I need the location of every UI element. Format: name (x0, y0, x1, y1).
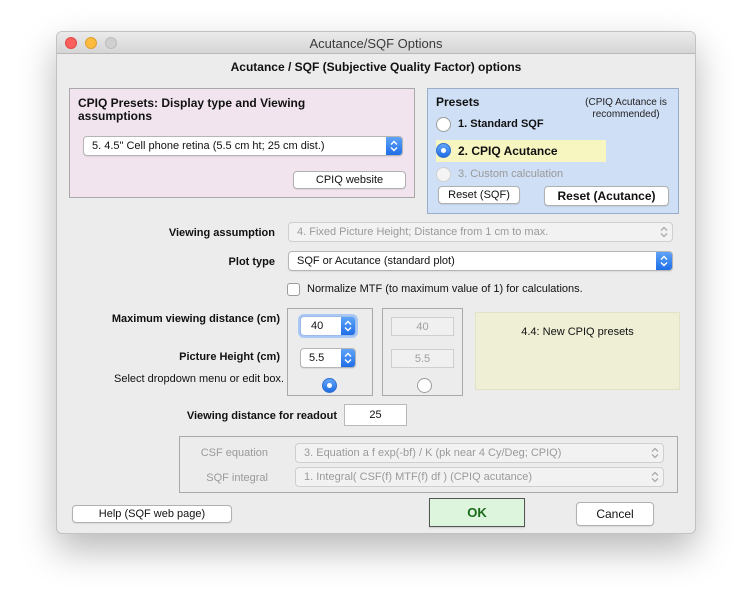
ok-button[interactable]: OK (429, 498, 525, 527)
radio-editbox-entry[interactable] (417, 378, 432, 393)
preset-label-custom: 3. Custom calculation (458, 168, 564, 180)
options-window: Acutance/SQF Options Acutance / SQF (Sub… (56, 31, 696, 534)
picture-height-label: Picture Height (cm) (179, 351, 280, 363)
sqf-integral-dropdown: 1. Integral( CSF(f) MTF(f) df ) (CPIQ ac… (295, 467, 664, 487)
chevron-updown-icon (341, 349, 355, 367)
picture-height-value: 5.5 (309, 352, 325, 364)
readout-distance-input[interactable]: 25 (344, 404, 407, 426)
radio-custom-calculation (436, 167, 451, 182)
max-distance-combo[interactable]: 40 (300, 316, 356, 336)
viewing-assumption-dropdown: 4. Fixed Picture Height; Distance from 1… (288, 222, 673, 242)
window-title: Acutance/SQF Options (309, 36, 443, 51)
presets-panel: Presets (CPIQ Acutance is recommended) 1… (427, 88, 679, 214)
preset-label-cpiq-acutance: 2. CPIQ Acutance (458, 144, 558, 158)
chevron-updown-icon (341, 317, 355, 335)
sqf-integral-label: SQF integral (206, 472, 268, 484)
cpiq-preset-value: 5. 4.5" Cell phone retina (5.5 cm ht; 25… (92, 140, 325, 152)
max-viewing-distance-label: Maximum viewing distance (cm) (111, 313, 280, 325)
editbox-entry-group: 40 5.5 (382, 308, 463, 396)
max-distance-editbox: 40 (391, 317, 454, 336)
normalize-mtf-checkbox[interactable] (287, 283, 300, 296)
csf-equation-value: 3. Equation a f exp(-bf) / K (pk near 4 … (304, 447, 562, 459)
preset-option-standard-sqf[interactable]: 1. Standard SQF (436, 115, 676, 135)
help-button[interactable]: Help (SQF web page) (72, 505, 232, 523)
reset-sqf-button[interactable]: Reset (SQF) (438, 186, 520, 204)
cpiq-preset-dropdown[interactable]: 5. 4.5" Cell phone retina (5.5 cm ht; 25… (83, 136, 403, 156)
title-bar: Acutance/SQF Options (57, 32, 695, 54)
plot-type-value: SQF or Acutance (standard plot) (297, 255, 455, 267)
picture-height-editbox: 5.5 (391, 349, 454, 368)
plot-type-dropdown[interactable]: SQF or Acutance (standard plot) (288, 251, 673, 271)
dropdown-hint: Select dropdown menu or edit box. (114, 373, 284, 385)
dialog-heading: Acutance / SQF (Subjective Quality Facto… (230, 60, 522, 74)
presets-title: Presets (436, 95, 480, 109)
version-note-text: 4.4: New CPIQ presets (521, 326, 634, 338)
csf-equation-dropdown: 3. Equation a f exp(-bf) / K (pk near 4 … (295, 443, 664, 463)
normalize-mtf-label: Normalize MTF (to maximum value of 1) fo… (307, 283, 583, 295)
chevron-updown-icon (660, 226, 668, 241)
chevron-updown-icon (386, 137, 402, 155)
viewing-assumption-label: Viewing assumption (168, 227, 275, 239)
preset-option-cpiq-acutance[interactable]: 2. CPIQ Acutance (436, 140, 606, 162)
reset-acutance-button[interactable]: Reset (Acutance) (544, 186, 669, 206)
cpiq-presets-panel: CPIQ Presets: Display type and Viewing a… (69, 88, 415, 198)
chevron-updown-icon (656, 252, 672, 270)
preset-option-custom: 3. Custom calculation (436, 165, 676, 185)
csf-sqf-group: CSF equation 3. Equation a f exp(-bf) / … (179, 436, 678, 493)
cancel-button[interactable]: Cancel (576, 502, 654, 526)
radio-standard-sqf[interactable] (436, 117, 451, 132)
sqf-integral-value: 1. Integral( CSF(f) MTF(f) df ) (CPIQ ac… (304, 471, 532, 483)
cpiq-presets-title: CPIQ Presets: Display type and Viewing a… (78, 96, 306, 123)
csf-equation-label: CSF equation (200, 447, 268, 459)
plot-type-label: Plot type (228, 256, 275, 268)
radio-dropdown-entry[interactable] (322, 378, 337, 393)
dropdown-entry-group: 40 5.5 (287, 308, 373, 396)
version-note-box: 4.4: New CPIQ presets (475, 312, 680, 390)
cpiq-website-button[interactable]: CPIQ website (293, 171, 406, 189)
radio-cpiq-acutance[interactable] (436, 143, 451, 158)
preset-label-standard-sqf: 1. Standard SQF (458, 118, 544, 130)
viewing-assumption-value: 4. Fixed Picture Height; Distance from 1… (297, 226, 549, 238)
chevron-updown-icon (651, 471, 659, 486)
chevron-updown-icon (651, 447, 659, 462)
readout-distance-label: Viewing distance for readout (186, 410, 337, 422)
max-distance-value: 40 (311, 320, 324, 332)
picture-height-combo[interactable]: 5.5 (300, 348, 356, 368)
